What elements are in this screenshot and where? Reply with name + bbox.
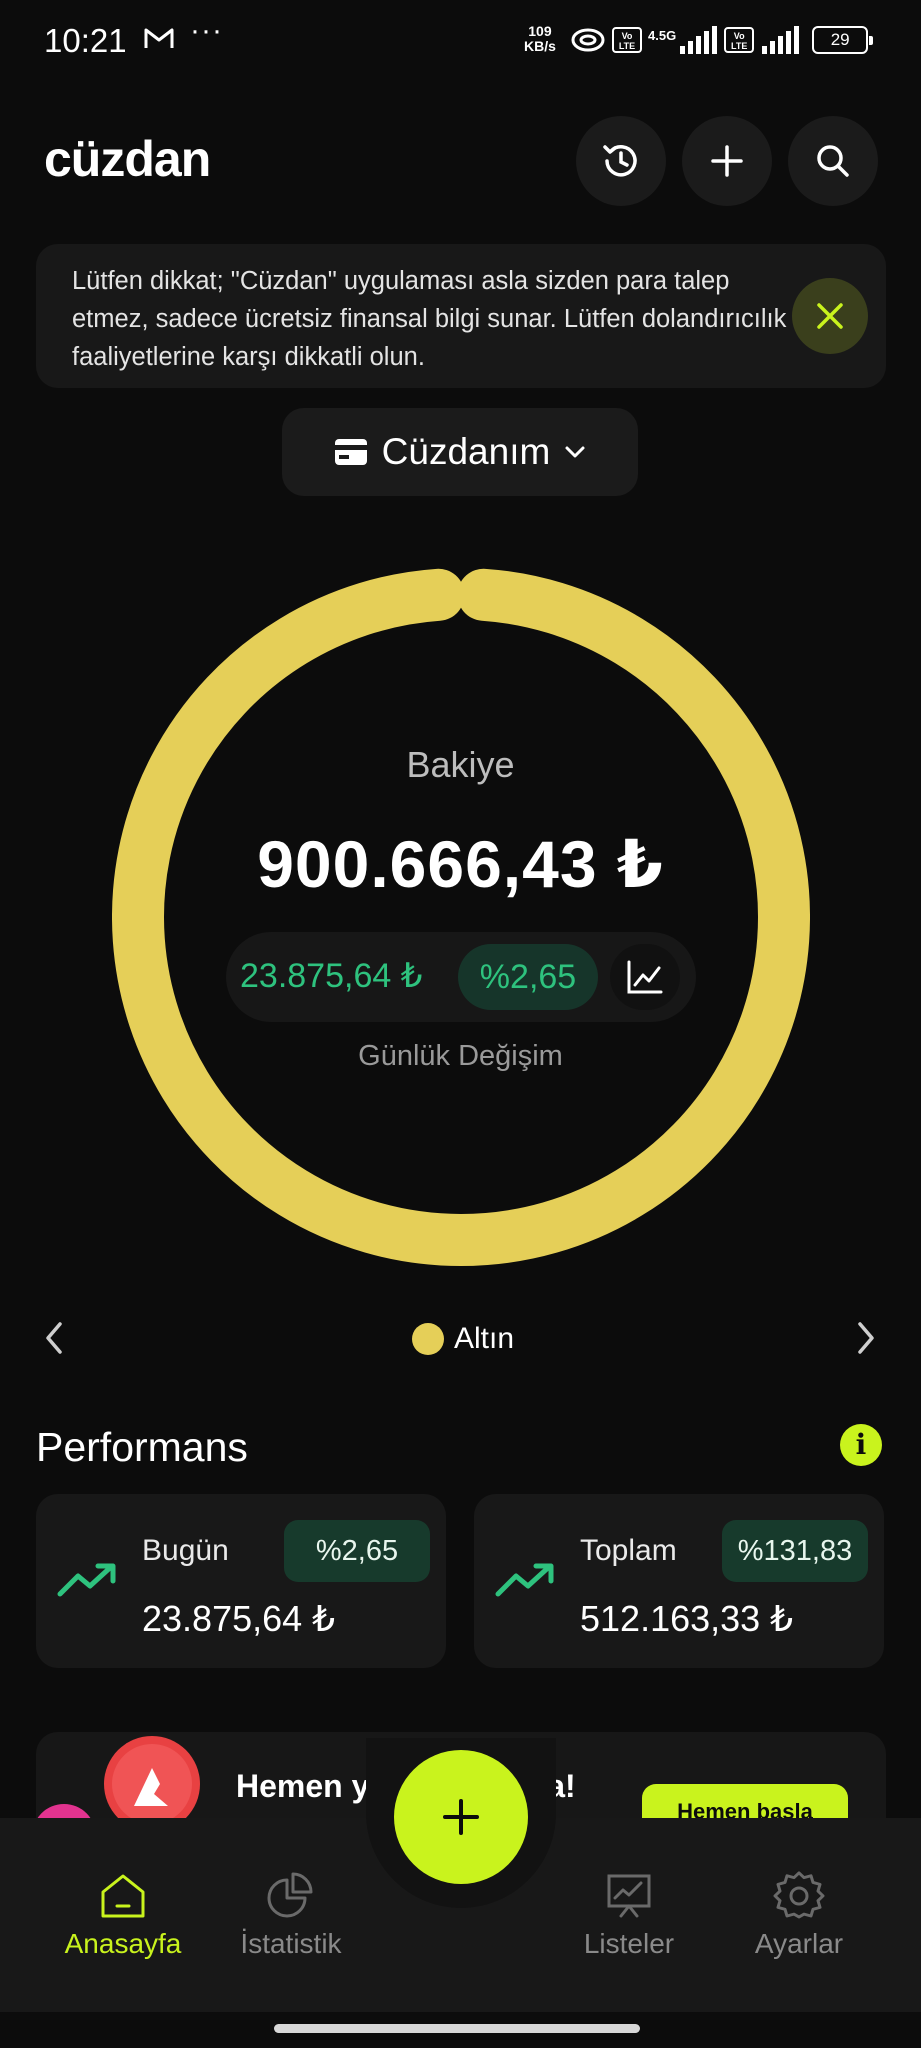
performance-total-label: Toplam — [580, 1534, 677, 1567]
wallet-name: Cüzdanım — [381, 431, 551, 472]
battery-icon: 29 — [812, 26, 874, 54]
nav-item-home[interactable]: Anasayfa — [48, 1870, 198, 1960]
volte-badge-2: Vo LTE — [724, 27, 755, 53]
daily-change-pill: 23.875,64 ₺ %2,65 — [226, 932, 696, 1022]
status-bar: 10:21 ··· 109 KB/s Vo LTE 4.5G Vo LTE 29 — [0, 0, 921, 76]
performance-today-value: 23.875,64 ₺ — [142, 1598, 336, 1639]
add-button[interactable] — [682, 116, 772, 206]
daily-change-percent: %2,65 — [458, 944, 598, 1010]
chart-button[interactable] — [610, 944, 680, 1010]
category-name: Altın — [454, 1322, 515, 1355]
performance-today-label: Bugün — [142, 1534, 229, 1567]
history-button[interactable] — [576, 116, 666, 206]
nav-item-stats[interactable]: İstatistik — [216, 1870, 366, 1960]
volte-badge: Vo LTE — [612, 27, 642, 53]
trend-up-icon — [495, 1563, 554, 1597]
performance-total-card[interactable]: Toplam %131,83 512.163,33 ₺ — [474, 1494, 884, 1668]
performance-today-card[interactable]: Bugün %2,65 23.875,64 ₺ — [36, 1494, 446, 1668]
signal-icon — [680, 26, 718, 54]
gmail-icon — [144, 28, 174, 48]
scam-warning-notice: Lütfen dikkat; "Cüzdan" uygulaması asla … — [36, 244, 886, 388]
network-speed: 109 KB/s — [524, 23, 556, 54]
history-icon — [603, 145, 637, 177]
nav-label-home: Anasayfa — [64, 1928, 182, 1959]
info-icon[interactable]: i — [840, 1424, 882, 1466]
performance-today-percent: %2,65 — [284, 1520, 430, 1582]
daily-change-amount: 23.875,64 ₺ — [240, 957, 423, 995]
nav-label-settings: Ayarlar — [754, 1928, 844, 1959]
plus-icon — [711, 145, 743, 177]
daily-change-label: Günlük Değişim — [358, 1040, 563, 1072]
category-label: Altın — [412, 1322, 514, 1356]
performance-total-value: 512.163,33 ₺ — [580, 1598, 794, 1639]
next-category-icon[interactable] — [852, 1318, 880, 1358]
notice-close-button[interactable] — [792, 278, 868, 354]
pie-chart-icon — [267, 1872, 313, 1918]
previous-category-icon[interactable] — [40, 1318, 68, 1358]
gear-icon — [773, 1871, 825, 1919]
category-color-dot — [412, 1323, 444, 1355]
search-icon — [817, 145, 849, 177]
wallet-selector[interactable]: Cüzdanım — [282, 408, 638, 496]
balance-value: 900.666,43 ₺ — [257, 827, 664, 901]
balance-label: Bakiye — [406, 744, 515, 785]
network-type: 4.5G — [648, 27, 677, 43]
donut-segment-0[interactable] — [112, 568, 810, 1266]
nav-item-lists[interactable]: Listeler — [554, 1870, 704, 1960]
home-icon — [101, 1874, 145, 1918]
plus-icon — [443, 1799, 479, 1835]
close-icon — [817, 303, 843, 329]
notice-text: Lütfen dikkat; "Cüzdan" uygulaması asla … — [72, 267, 787, 371]
add-transaction-fab[interactable] — [394, 1750, 528, 1884]
wallet-card-icon — [334, 439, 367, 465]
performance-title: Performans — [36, 1424, 248, 1470]
line-chart-icon — [627, 960, 663, 994]
status-time: 10:21 — [44, 22, 127, 59]
nav-item-settings[interactable]: Ayarlar — [724, 1870, 874, 1960]
more-notifications-icon: ··· — [190, 14, 223, 47]
hotspot-link-icon — [571, 28, 605, 52]
search-button[interactable] — [788, 116, 878, 206]
performance-total-percent: %131,83 — [722, 1520, 868, 1582]
app-logo: cüzdan — [44, 131, 211, 187]
chevron-down-icon — [565, 446, 585, 458]
presentation-chart-icon — [607, 1874, 651, 1918]
home-indicator[interactable] — [274, 2024, 640, 2033]
nav-label-stats: İstatistik — [240, 1928, 342, 1959]
signal-icon-2 — [762, 26, 800, 54]
trend-up-icon — [57, 1563, 116, 1597]
status-icons: Vo LTE 4.5G Vo LTE 29 — [570, 24, 874, 56]
nav-label-lists: Listeler — [583, 1928, 675, 1959]
allocation-donut-chart[interactable] — [112, 568, 810, 1266]
